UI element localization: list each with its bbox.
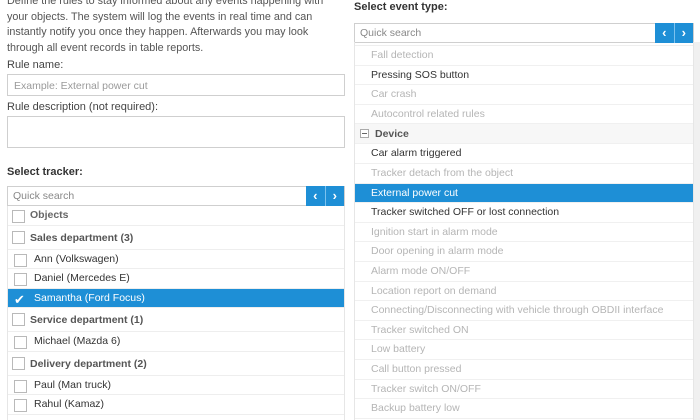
- tracker-group-row[interactable]: Service department (1): [8, 308, 344, 332]
- intro-text: Define the rules to stay informed about …: [7, 0, 324, 54]
- tracker-row-label: Michael (Mazda 6): [34, 335, 121, 347]
- chevron-right-icon[interactable]: ›: [326, 186, 345, 206]
- event-row-label: Tracker detach from the object: [371, 166, 514, 179]
- event-row: Low battery: [355, 340, 693, 360]
- tracker-row[interactable]: Paul (Man truck): [8, 376, 344, 395]
- event-row-label: Door opening in alarm mode: [371, 245, 504, 258]
- rule-description-label: Rule description (not required):: [7, 101, 159, 113]
- checkbox[interactable]: [12, 356, 25, 370]
- event-row: Tracker switched ON: [355, 321, 693, 341]
- event-row-label: Fall detection: [371, 49, 434, 61]
- event-row-label: Connecting/Disconnecting with vehicle th…: [371, 304, 664, 317]
- event-row: Backup battery low: [355, 399, 693, 419]
- rule-name-input[interactable]: Example: External power cut: [7, 74, 345, 96]
- select-event-label: Select event type:: [354, 1, 448, 13]
- chevron-left-icon[interactable]: ‹: [655, 23, 674, 43]
- event-row: Door opening in alarm mode: [355, 242, 693, 262]
- event-row-label: Call button pressed: [371, 362, 462, 375]
- event-search-input[interactable]: Quick search ‹ ›: [354, 23, 694, 43]
- chevron-left-icon[interactable]: ‹: [306, 186, 325, 206]
- tracker-row-label: Service department (1): [30, 314, 144, 326]
- tracker-list: Objects Sales department (3) Ann (Volkswag…: [7, 206, 345, 420]
- event-row-label: Car crash: [371, 88, 417, 101]
- event-row: Car crash: [355, 85, 693, 105]
- tracker-search-placeholder: Quick search: [13, 190, 75, 202]
- tracker-row[interactable]: Daniel (Mercedes E): [8, 269, 344, 289]
- event-row: Connecting/Disconnecting with vehicle th…: [355, 301, 693, 321]
- checkbox[interactable]: [14, 273, 27, 286]
- tracker-row-label: Ann (Volkswagen): [34, 252, 119, 265]
- event-row-label: Low battery: [371, 343, 426, 356]
- tracker-row-label: Rahul (Kamaz): [34, 398, 105, 410]
- event-row-label: Ignition start in alarm mode: [371, 225, 498, 238]
- rule-description-input[interactable]: [7, 116, 345, 148]
- tracker-row[interactable]: Rahul (Kamaz): [8, 395, 344, 415]
- event-row-label: Car alarm triggered: [371, 147, 462, 160]
- rule-name-placeholder: Example: External power cut: [14, 80, 148, 92]
- checkbox[interactable]: [12, 230, 25, 244]
- checkbox[interactable]: [14, 379, 27, 393]
- tracker-group-row[interactable]: Delivery department (2): [8, 352, 344, 376]
- tracker-row-label: Paul (Man truck): [34, 378, 112, 391]
- event-row: Alarm mode ON/OFF: [355, 262, 693, 282]
- event-row: Fall detection: [355, 46, 693, 66]
- collapse-icon[interactable]: [360, 129, 369, 139]
- select-tracker-label: Select tracker:: [7, 166, 83, 178]
- checkmark-icon[interactable]: ✔: [14, 293, 27, 306]
- checkbox[interactable]: [14, 336, 27, 349]
- event-row: Autocontrol related rules: [355, 105, 693, 125]
- event-row-label: Device: [375, 128, 409, 141]
- tracker-pager: ‹ ›: [306, 186, 344, 206]
- event-row-label: Tracker switched ON: [371, 323, 469, 336]
- event-row: Location report on demand: [355, 282, 693, 302]
- event-row[interactable]: Pressing SOS button: [355, 66, 693, 86]
- tracker-search-input[interactable]: Quick search ‹ ›: [7, 186, 345, 206]
- tracker-row-label: Sales department (3): [30, 231, 134, 244]
- event-row[interactable]: External power cut: [355, 183, 693, 204]
- event-row-label: Pressing SOS button: [371, 68, 470, 81]
- event-row[interactable]: Car alarm triggered: [355, 144, 693, 164]
- tracker-group-row[interactable]: Sales department (3): [8, 226, 344, 250]
- tracker-row-label: Objects: [30, 209, 69, 221]
- rule-name-label: Rule name:: [7, 59, 64, 71]
- event-row: Call button pressed: [355, 360, 693, 380]
- event-search-placeholder: Quick search: [360, 27, 422, 39]
- checkbox[interactable]: [14, 399, 27, 412]
- event-row-label: External power cut: [371, 186, 458, 199]
- checkbox[interactable]: [12, 313, 25, 326]
- event-row-label: Tracker switch ON/OFF: [371, 382, 481, 395]
- event-row-label: Location report on demand: [371, 284, 497, 297]
- event-row-label: Backup battery low: [371, 402, 460, 415]
- event-row: Tracker detach from the object: [355, 164, 693, 184]
- checkbox[interactable]: [12, 210, 25, 223]
- event-pager: ‹ ›: [655, 23, 693, 43]
- event-list-scrollbar[interactable]: [694, 42, 700, 420]
- event-row-label: Alarm mode ON/OFF: [371, 264, 471, 277]
- tracker-row-label: Delivery department (2): [30, 357, 147, 370]
- event-row-label: Tracker switched OFF or lost connection: [371, 206, 560, 219]
- checkbox[interactable]: [14, 253, 27, 267]
- tracker-row-label: Daniel (Mercedes E): [34, 272, 130, 284]
- event-row[interactable]: Tracker switched OFF or lost connection: [355, 203, 693, 223]
- event-row: Tracker switch ON/OFF: [355, 380, 693, 400]
- tracker-row[interactable]: Ann (Volkswagen): [8, 250, 344, 269]
- tracker-row[interactable]: ✔ Samantha (Ford Focus): [8, 288, 344, 308]
- tracker-row-label: Samantha (Ford Focus): [34, 291, 145, 304]
- event-list: Fall detection Pressing SOS button Car cra…: [354, 42, 694, 420]
- event-row-label: Autocontrol related rules: [371, 107, 485, 120]
- event-row: Ignition start in alarm mode: [355, 223, 693, 243]
- tracker-objects-header[interactable]: Objects: [8, 206, 344, 226]
- tracker-row[interactable]: Michael (Mazda 6): [8, 332, 344, 352]
- event-section-header[interactable]: Device: [355, 124, 693, 145]
- chevron-right-icon[interactable]: ›: [675, 23, 694, 43]
